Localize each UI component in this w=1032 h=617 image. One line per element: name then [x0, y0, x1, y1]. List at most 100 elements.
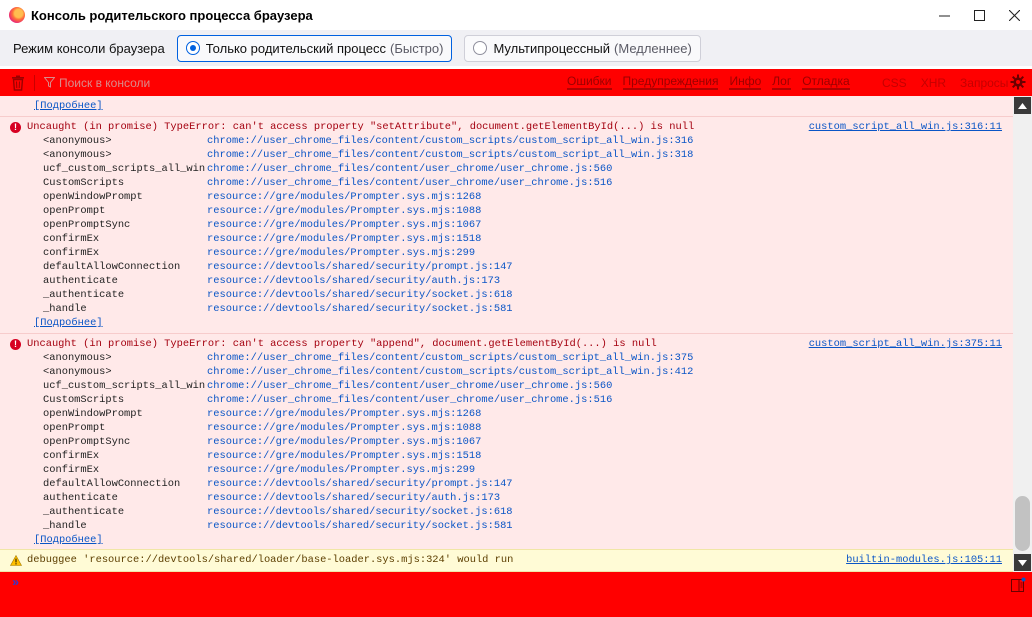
- multiprocess-label: Мультипроцессный: [493, 40, 611, 56]
- warning-source-link[interactable]: builtin-modules.js:105:11: [846, 554, 1002, 566]
- frame-location-link[interactable]: resource://gre/modules/Prompter.sys.mjs:…: [207, 449, 481, 463]
- firefox-logo-icon: [9, 7, 25, 23]
- filter-xhr-button[interactable]: XHR: [921, 76, 946, 90]
- frame-location-link[interactable]: resource://devtools/shared/security/sock…: [207, 288, 513, 302]
- console-input-area[interactable]: »: [0, 572, 1032, 617]
- frame-location-link[interactable]: chrome://user_chrome_files/content/custo…: [207, 351, 693, 365]
- stack-frame: CustomScripts chrome://user_chrome_files/…: [0, 176, 1013, 190]
- stack-frame: openPrompt resource://gre/modules/Prompte…: [0, 204, 1013, 218]
- console-mode-label: Режим консоли браузера: [13, 40, 165, 56]
- funnel-icon: [44, 77, 55, 88]
- stack-frame: confirmEx resource://gre/modules/Prompter…: [0, 232, 1013, 246]
- frame-location-link[interactable]: resource://devtools/shared/security/sock…: [207, 519, 513, 533]
- frame-location-link[interactable]: chrome://user_chrome_files/content/user_…: [207, 393, 612, 407]
- filter-warnings-button[interactable]: Предупреждения: [622, 75, 719, 90]
- frame-location-link[interactable]: resource://gre/modules/Prompter.sys.mjs:…: [207, 190, 481, 204]
- vertical-scrollbar[interactable]: [1013, 96, 1032, 572]
- frame-location-link[interactable]: resource://gre/modules/Prompter.sys.mjs:…: [207, 407, 481, 421]
- scroll-up-button[interactable]: [1014, 97, 1031, 114]
- message-header: ! Uncaught (in promise) TypeError: can't…: [0, 337, 1013, 351]
- frame-location-link[interactable]: chrome://user_chrome_files/content/user_…: [207, 162, 612, 176]
- stack-frame: openPromptSync resource://gre/modules/Pro…: [0, 218, 1013, 232]
- frame-function: _authenticate: [43, 506, 125, 518]
- frame-function: authenticate: [43, 492, 118, 504]
- stack-frame: _handle resource://devtools/shared/securi…: [0, 519, 1013, 533]
- minimize-button[interactable]: [927, 0, 962, 30]
- error-source-link[interactable]: custom_script_all_win.js:375:11: [809, 337, 1002, 351]
- filter-css-button[interactable]: CSS: [882, 76, 907, 90]
- filter-errors-button[interactable]: Ошибки: [567, 75, 612, 90]
- stack-frame: openWindowPrompt resource://gre/modules/P…: [0, 190, 1013, 204]
- frame-function: confirmEx: [43, 233, 100, 245]
- error-icon: !: [10, 339, 21, 350]
- input-prompt-icon: »: [12, 576, 20, 590]
- stack-frame: confirmEx resource://gre/modules/Prompter…: [0, 246, 1013, 260]
- parent-process-hint: (Быстро): [390, 40, 444, 56]
- console-toolbar: Ошибки Предупреждения Инфо Лог Отладка C…: [0, 69, 1032, 96]
- frame-location-link[interactable]: chrome://user_chrome_files/content/custo…: [207, 134, 693, 148]
- minimize-icon: [939, 15, 950, 16]
- frame-location-link[interactable]: resource://devtools/shared/security/prom…: [207, 477, 513, 491]
- filter-info-button[interactable]: Инфо: [729, 75, 762, 90]
- more-link[interactable]: [Подробнее]: [34, 100, 103, 112]
- close-icon: [1009, 9, 1020, 21]
- maximize-button[interactable]: [962, 0, 997, 30]
- stack-frame: openPromptSync resource://gre/modules/Pro…: [0, 435, 1013, 449]
- frame-location-link[interactable]: resource://devtools/shared/security/auth…: [207, 274, 500, 288]
- frame-location-link[interactable]: resource://gre/modules/Prompter.sys.mjs:…: [207, 232, 481, 246]
- stack-frame: _handle resource://devtools/shared/securi…: [0, 302, 1013, 316]
- frame-location-link[interactable]: chrome://user_chrome_files/content/custo…: [207, 148, 693, 162]
- frame-function: confirmEx: [43, 464, 100, 476]
- filter-requests-button[interactable]: Запросы: [960, 76, 1008, 90]
- scroll-down-button[interactable]: [1014, 554, 1031, 571]
- radio-unselected-icon: [473, 41, 488, 55]
- frame-function: authenticate: [43, 275, 118, 287]
- multiprocess-radio[interactable]: Мультипроцессный (Медленнее): [464, 34, 701, 62]
- frame-function: <anonymous>: [43, 135, 112, 147]
- sidebar-toggle-icon[interactable]: [1011, 577, 1026, 592]
- stack-frame: defaultAllowConnection resource://devtool…: [0, 260, 1013, 274]
- trash-icon[interactable]: [11, 75, 25, 91]
- more-link[interactable]: [Подробнее]: [34, 534, 103, 546]
- frame-function: <anonymous>: [43, 366, 112, 378]
- filter-log-button[interactable]: Лог: [772, 75, 792, 90]
- title-bar: Консоль родительского процесса браузера: [0, 0, 1032, 30]
- frame-location-link[interactable]: resource://gre/modules/Prompter.sys.mjs:…: [207, 421, 481, 435]
- stack-frame: openWindowPrompt resource://gre/modules/P…: [0, 407, 1013, 421]
- warning-icon: [10, 555, 22, 566]
- stack-trace: <anonymous> chrome://user_chrome_files/co…: [0, 134, 1013, 316]
- console-filter-input[interactable]: [59, 75, 359, 90]
- more-link[interactable]: [Подробнее]: [34, 317, 103, 329]
- console-warning-message: debuggee 'resource://devtools/shared/loa…: [0, 549, 1013, 572]
- frame-location-link[interactable]: resource://devtools/shared/security/auth…: [207, 491, 500, 505]
- stack-frame: <anonymous> chrome://user_chrome_files/co…: [0, 148, 1013, 162]
- scrollbar-thumb[interactable]: [1015, 496, 1030, 551]
- frame-location-link[interactable]: resource://devtools/shared/security/sock…: [207, 302, 513, 316]
- frame-location-link[interactable]: chrome://user_chrome_files/content/user_…: [207, 176, 612, 190]
- frame-location-link[interactable]: resource://gre/modules/Prompter.sys.mjs:…: [207, 463, 475, 477]
- close-button[interactable]: [997, 0, 1032, 30]
- multiprocess-hint: (Медленнее): [614, 40, 692, 56]
- frame-location-link[interactable]: resource://gre/modules/Prompter.sys.mjs:…: [207, 218, 481, 232]
- frame-function: confirmEx: [43, 450, 100, 462]
- frame-function: openWindowPrompt: [43, 408, 143, 420]
- parent-process-radio[interactable]: Только родительский процесс (Быстро): [176, 34, 453, 62]
- error-source-link[interactable]: custom_script_all_win.js:316:11: [809, 120, 1002, 134]
- frame-location-link[interactable]: chrome://user_chrome_files/content/user_…: [207, 379, 612, 393]
- frame-location-link[interactable]: chrome://user_chrome_files/content/custo…: [207, 365, 693, 379]
- frame-function: openPromptSync: [43, 436, 131, 448]
- request-type-filters: CSS XHR Запросы: [882, 69, 1022, 96]
- frame-location-link[interactable]: resource://gre/modules/Prompter.sys.mjs:…: [207, 204, 481, 218]
- console-output: [Подробнее] ! Uncaught (in promise) Type…: [0, 96, 1013, 572]
- frame-location-link[interactable]: resource://devtools/shared/security/prom…: [207, 260, 513, 274]
- frame-location-link[interactable]: resource://devtools/shared/security/sock…: [207, 505, 513, 519]
- stack-frame: authenticate resource://devtools/shared/s…: [0, 274, 1013, 288]
- frame-location-link[interactable]: resource://gre/modules/Prompter.sys.mjs:…: [207, 246, 475, 260]
- frame-function: <anonymous>: [43, 149, 112, 161]
- stack-frame: <anonymous> chrome://user_chrome_files/co…: [0, 134, 1013, 148]
- filter-debug-button[interactable]: Отладка: [802, 75, 850, 90]
- gear-icon[interactable]: [1010, 74, 1026, 90]
- stack-frame: confirmEx resource://gre/modules/Prompter…: [0, 463, 1013, 477]
- frame-location-link[interactable]: resource://gre/modules/Prompter.sys.mjs:…: [207, 435, 481, 449]
- console-error-message: ! Uncaught (in promise) TypeError: can't…: [0, 333, 1013, 547]
